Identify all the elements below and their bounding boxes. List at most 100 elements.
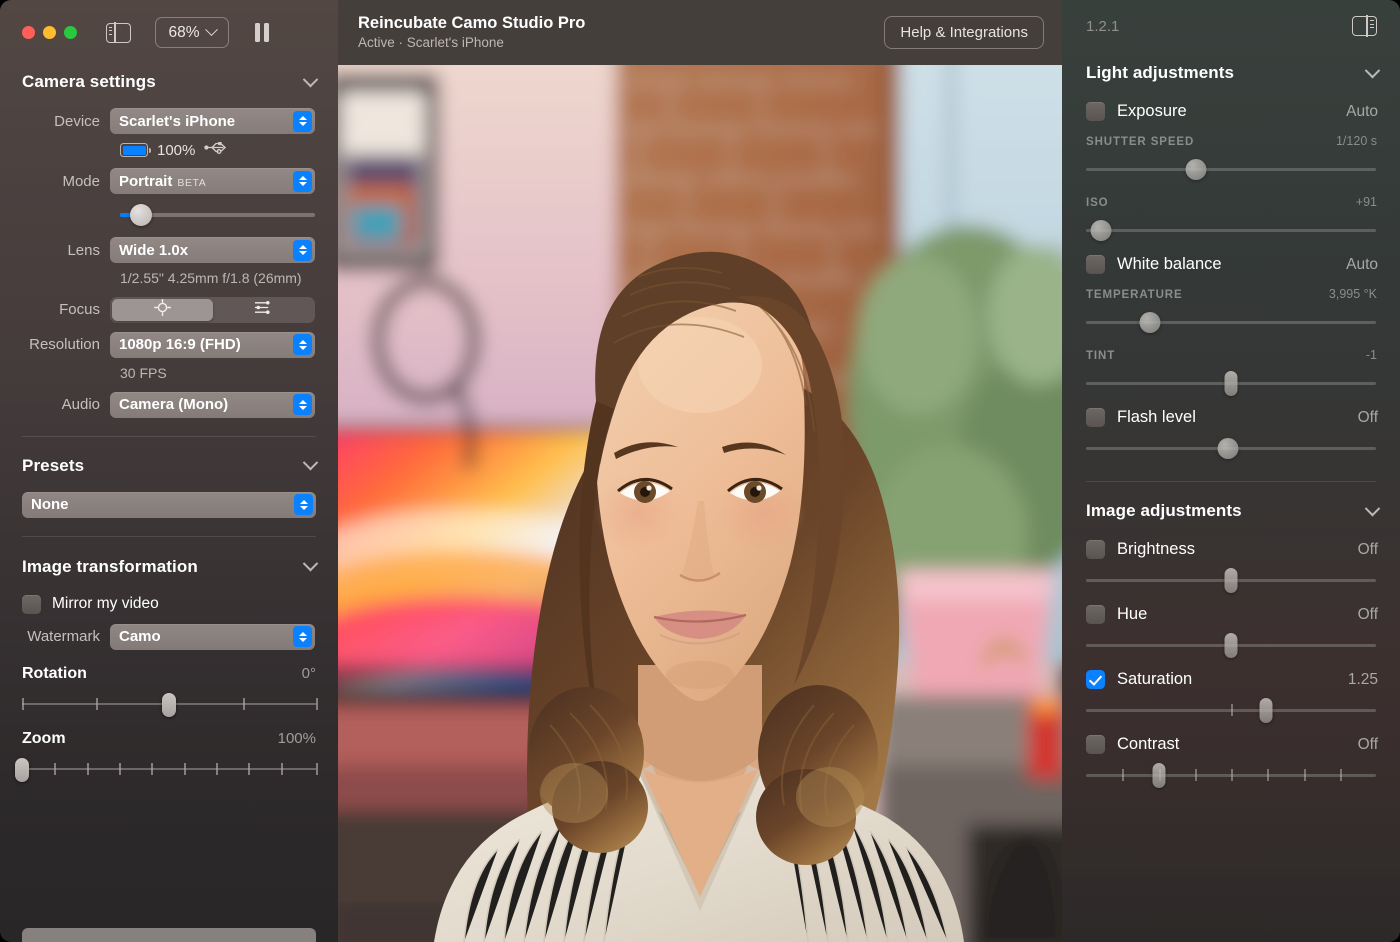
- window-titlebar: 68%: [0, 0, 338, 65]
- preset-select[interactable]: None: [22, 492, 316, 518]
- chevron-down-icon[interactable]: [1365, 62, 1381, 78]
- saturation-checkbox[interactable]: [1086, 670, 1105, 689]
- zoom-value: 100%: [278, 730, 316, 747]
- mode-select[interactable]: PortraitBETA: [110, 168, 315, 194]
- image-transformation-title: Image transformation: [22, 557, 198, 577]
- exposure-shutter-speed-header: SHUTTER SPEED1/120 s: [1062, 134, 1400, 148]
- slider-tick: [184, 763, 186, 775]
- exposure-shutter-speed-slider[interactable]: [1062, 156, 1400, 182]
- focus-segmented-control[interactable]: [110, 297, 315, 323]
- white-balance-tint-slider-knob[interactable]: [1225, 371, 1238, 396]
- brightness-row[interactable]: BrightnessOff: [1062, 540, 1400, 559]
- audio-select[interactable]: Camera (Mono): [110, 392, 315, 418]
- exposure-iso-slider[interactable]: [1062, 217, 1400, 243]
- saturation-label: Saturation: [1117, 670, 1192, 689]
- resolution-select[interactable]: 1080p 16:9 (FHD): [110, 332, 315, 358]
- slider-tick: [216, 763, 218, 775]
- minimize-window-button[interactable]: [43, 26, 56, 39]
- mirror-my-video-checkbox[interactable]: [22, 595, 41, 614]
- stepper-icon[interactable]: [293, 394, 312, 415]
- rotation-header: Rotation 0°: [0, 665, 338, 683]
- rotation-slider-knob[interactable]: [162, 693, 176, 717]
- hue-label: Hue: [1117, 605, 1147, 624]
- stepper-icon[interactable]: [294, 494, 313, 515]
- white-balance-temperature-slider-knob[interactable]: [1139, 312, 1160, 333]
- chevron-down-icon[interactable]: [1365, 500, 1381, 516]
- chevron-down-icon[interactable]: [303, 71, 319, 87]
- mirror-my-video-row[interactable]: Mirror my video: [0, 595, 338, 614]
- stepper-icon[interactable]: [293, 171, 312, 192]
- brightness-checkbox[interactable]: [1086, 540, 1105, 559]
- contrast-slider-knob[interactable]: [1152, 763, 1165, 788]
- hue-slider-knob[interactable]: [1225, 633, 1238, 658]
- flash-level-level-slider[interactable]: [1062, 435, 1400, 461]
- brightness-slider-knob[interactable]: [1225, 568, 1238, 593]
- help-and-integrations-button[interactable]: Help & Integrations: [884, 16, 1044, 49]
- contrast-slider[interactable]: [1062, 762, 1400, 788]
- brightness-value: Off: [1358, 541, 1378, 559]
- exposure-checkbox[interactable]: [1086, 102, 1105, 121]
- focus-settings-button[interactable]: [213, 299, 314, 321]
- stepper-icon[interactable]: [293, 626, 312, 647]
- camera-settings-header[interactable]: Camera settings: [0, 65, 338, 99]
- stepper-icon[interactable]: [293, 240, 312, 261]
- exposure-iso-slider-knob[interactable]: [1090, 220, 1111, 241]
- saturation-slider-knob[interactable]: [1259, 698, 1272, 723]
- zoom-slider-knob[interactable]: [15, 758, 29, 782]
- toggle-right-sidebar-button[interactable]: [1350, 14, 1378, 38]
- lens-select[interactable]: Wide 1.0x: [110, 237, 315, 263]
- white-balance-tint-slider[interactable]: [1062, 370, 1400, 396]
- flash-level-level-slider-knob[interactable]: [1218, 438, 1239, 459]
- presets-header[interactable]: Presets: [0, 449, 338, 483]
- presets-title: Presets: [22, 456, 84, 476]
- flash-level-row[interactable]: Flash levelOff: [1062, 408, 1400, 427]
- traffic-light-controls: [22, 26, 77, 39]
- brightness-slider[interactable]: [1062, 567, 1400, 593]
- left-sidebar-scroll[interactable]: 68% Camera settings Device Scarlet's iPh…: [0, 0, 338, 942]
- flash-level-label: Flash level: [1117, 408, 1196, 427]
- mode-slider-knob[interactable]: [130, 204, 152, 226]
- toggle-left-sidebar-button[interactable]: [104, 21, 132, 45]
- maximize-window-button[interactable]: [64, 26, 77, 39]
- focus-target-button[interactable]: [112, 299, 213, 321]
- image-transformation-header[interactable]: Image transformation: [0, 550, 338, 584]
- device-select[interactable]: Scarlet's iPhone: [110, 108, 315, 134]
- contrast-row[interactable]: ContrastOff: [1062, 735, 1400, 754]
- partially-visible-control[interactable]: [22, 928, 316, 942]
- chevron-down-icon[interactable]: [303, 455, 319, 471]
- stepper-icon[interactable]: [293, 334, 312, 355]
- chevron-down-icon[interactable]: [303, 556, 319, 572]
- exposure-row[interactable]: ExposureAuto: [1062, 102, 1400, 121]
- temperature-label: TEMPERATURE: [1086, 289, 1183, 301]
- contrast-checkbox[interactable]: [1086, 735, 1105, 754]
- light-adjustments-header[interactable]: Light adjustments: [1062, 56, 1400, 90]
- white-balance-temperature-slider[interactable]: [1062, 309, 1400, 335]
- slider-tick: [316, 698, 318, 710]
- stepper-icon[interactable]: [293, 111, 312, 132]
- sidebar-left-icon: [106, 23, 131, 43]
- image-adjustments-rows: BrightnessOffHueOffSaturation1.25Contras…: [1062, 540, 1400, 788]
- rotation-slider[interactable]: [0, 693, 338, 715]
- video-feed[interactable]: [338, 65, 1062, 942]
- hue-checkbox[interactable]: [1086, 605, 1105, 624]
- flash-level-checkbox[interactable]: [1086, 408, 1105, 427]
- white-balance-row[interactable]: White balanceAuto: [1062, 255, 1400, 274]
- hue-row[interactable]: HueOff: [1062, 605, 1400, 624]
- close-window-button[interactable]: [22, 26, 35, 39]
- mode-strength-slider[interactable]: [0, 202, 338, 228]
- app-header-text: Reincubate Camo Studio Pro Active · Scar…: [358, 13, 585, 53]
- white-balance-label: White balance: [1117, 255, 1222, 274]
- slider-tick: [22, 698, 24, 710]
- slider-tick: [87, 763, 89, 775]
- exposure-shutter-speed-slider-knob[interactable]: [1186, 159, 1207, 180]
- pause-button[interactable]: [255, 23, 269, 42]
- hue-slider[interactable]: [1062, 632, 1400, 658]
- image-adjustments-header[interactable]: Image adjustments: [1062, 494, 1400, 528]
- zoom-slider[interactable]: [0, 758, 338, 780]
- saturation-slider[interactable]: [1062, 697, 1400, 723]
- saturation-row[interactable]: Saturation1.25: [1062, 670, 1400, 689]
- watermark-select[interactable]: Camo: [110, 624, 315, 650]
- zoom-level-dropdown[interactable]: 68%: [155, 17, 229, 48]
- contrast-value: Off: [1358, 736, 1378, 754]
- white-balance-checkbox[interactable]: [1086, 255, 1105, 274]
